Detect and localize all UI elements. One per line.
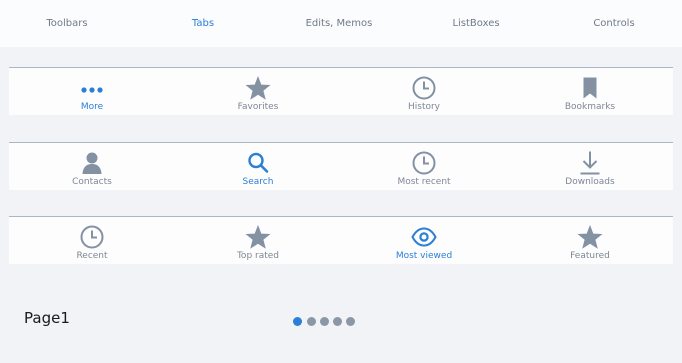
clock-icon — [79, 224, 105, 250]
tabbar-item-featured[interactable]: Featured — [507, 217, 673, 264]
page-dot-4[interactable] — [333, 317, 342, 326]
tabbar-item-label: Recent — [76, 251, 108, 261]
tabbar-item-label: Favorites — [237, 102, 279, 112]
tabbar-item-search[interactable]: Search — [175, 143, 341, 190]
tabbar-item-label: Contacts — [72, 177, 112, 187]
tabbar-item-downloads[interactable]: Downloads — [507, 143, 673, 190]
top-tab-edits-memos[interactable]: Edits, Memos — [272, 0, 406, 47]
tabbar-item-more[interactable]: More — [9, 68, 175, 115]
tabbar-item-label: Bookmarks — [564, 102, 616, 112]
tabbar-1: More Favorites History Bookmarks — [9, 67, 673, 115]
contact-icon — [79, 150, 105, 176]
page-dot-1[interactable] — [293, 317, 302, 326]
tabbar-item-label: Featured — [570, 251, 610, 261]
page-dot-5[interactable] — [346, 317, 355, 326]
page-label: Page1 — [24, 309, 70, 327]
tabbar-item-label: Downloads — [565, 177, 615, 187]
tabbar-item-most-recent[interactable]: Most recent — [341, 143, 507, 190]
top-tab-strip: Toolbars Tabs Edits, Memos ListBoxes Con… — [0, 0, 682, 47]
more-icon — [79, 75, 105, 101]
tabbar-item-bookmarks[interactable]: Bookmarks — [507, 68, 673, 115]
tabbar-item-label: Top rated — [236, 251, 280, 261]
tabbar-item-recent[interactable]: Recent — [9, 217, 175, 264]
star-icon — [245, 224, 271, 250]
tabbar-item-top-rated[interactable]: Top rated — [175, 217, 341, 264]
search-icon — [245, 150, 271, 176]
top-tab-tabs[interactable]: Tabs — [134, 0, 272, 47]
tabbar-3: Recent Top rated Most viewed Featured — [9, 216, 673, 264]
page-dot-2[interactable] — [307, 317, 316, 326]
tabbar-item-favorites[interactable]: Favorites — [175, 68, 341, 115]
top-tab-toolbars[interactable]: Toolbars — [0, 0, 134, 47]
page-dot-3[interactable] — [320, 317, 329, 326]
tabbar-item-most-viewed[interactable]: Most viewed — [341, 217, 507, 264]
download-icon — [577, 150, 603, 176]
tabbar-item-label: Most recent — [397, 177, 451, 187]
tabbar-item-label: Search — [242, 177, 274, 187]
bookmark-icon — [577, 75, 603, 101]
star-icon — [577, 224, 603, 250]
tabbar-2: Contacts Search Most recent Downloads — [9, 142, 673, 190]
top-tab-listboxes[interactable]: ListBoxes — [406, 0, 546, 47]
eye-icon — [411, 224, 437, 250]
tabbar-item-history[interactable]: History — [341, 68, 507, 115]
clock-icon — [411, 75, 437, 101]
tabbar-item-label: Most viewed — [395, 251, 453, 261]
tabbar-item-label: History — [407, 102, 441, 112]
clock-icon — [411, 150, 437, 176]
tabbar-item-label: More — [80, 102, 104, 112]
tabbar-item-contacts[interactable]: Contacts — [9, 143, 175, 190]
top-tab-controls[interactable]: Controls — [546, 0, 682, 47]
star-icon — [245, 75, 271, 101]
